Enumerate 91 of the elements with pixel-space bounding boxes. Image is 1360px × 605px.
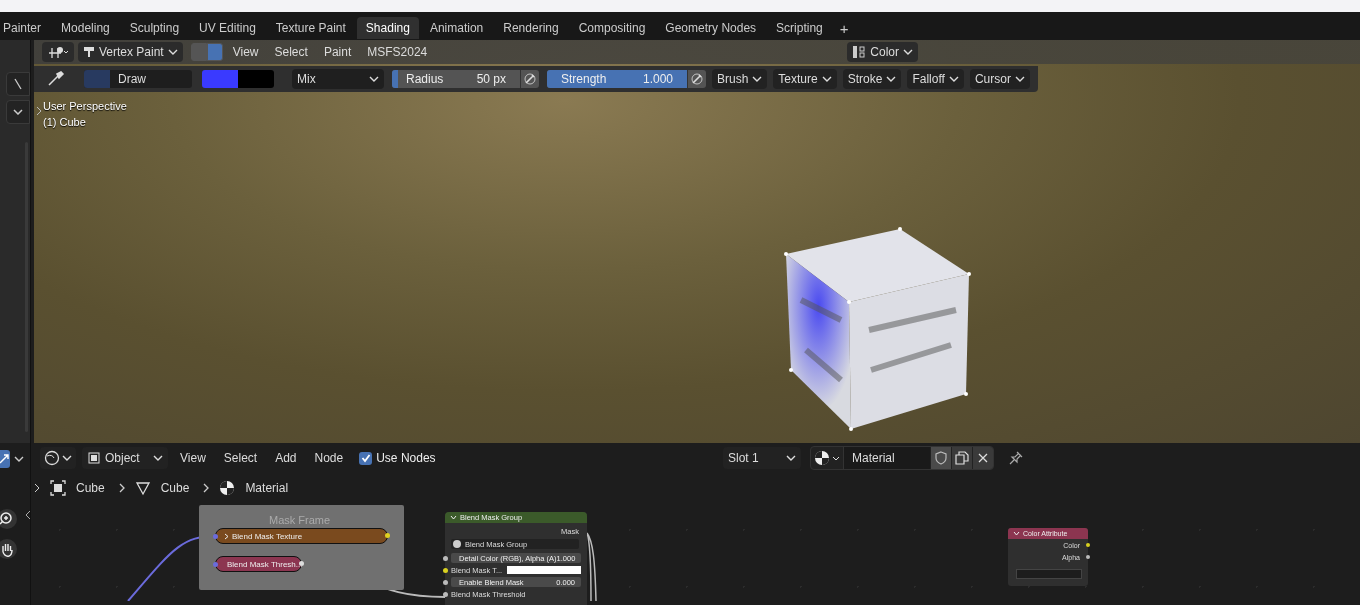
color-mode-dropdown[interactable]: Color	[847, 42, 918, 62]
chevron-down-icon	[1013, 531, 1020, 536]
color-attribute-icon	[852, 45, 867, 59]
panel-dropdown[interactable]: Texture	[773, 69, 837, 89]
workspace-tab[interactable]: Animation	[420, 17, 493, 39]
collapsed-node[interactable]: Blend Mask Thresh...	[215, 556, 302, 572]
workspace-tab[interactable]: Rendering	[494, 17, 568, 39]
chevron-down-icon[interactable]	[14, 456, 24, 462]
collapsed-node[interactable]: Blend Mask Texture	[215, 528, 388, 544]
workspace-tab[interactable]: Geometry Nodes	[656, 17, 766, 39]
chevron-down-icon	[886, 76, 897, 82]
dropdown-button[interactable]	[6, 100, 30, 124]
shader-type-dropdown[interactable]: Object	[82, 447, 168, 469]
chevron-down-icon	[167, 49, 178, 55]
menu-item[interactable]: Select	[217, 451, 264, 465]
chevron-down-icon	[821, 76, 832, 82]
panel-dropdown[interactable]: Cursor	[969, 69, 1030, 89]
menu-item[interactable]: View	[174, 451, 212, 465]
workspace-tab[interactable]: Shading	[356, 17, 419, 39]
attribute-name-field[interactable]	[1016, 569, 1082, 579]
hand-icon[interactable]	[0, 538, 18, 560]
object-icon	[50, 480, 66, 496]
select-tool-icon	[0, 453, 10, 465]
chevron-down-icon	[752, 76, 763, 82]
viewport-background[interactable]: Vertex Paint View Select Paint MSFS2024 Color Draw Mix Radius 50 px Strength 1.000 Brush Texture Stroke Falloff Cursor User Perspective (1) Cube	[34, 40, 1360, 443]
mesh-icon	[134, 480, 151, 496]
chevron-right-icon[interactable]	[34, 483, 40, 493]
xray-toggle-icon[interactable]	[190, 43, 223, 61]
workspace-tab[interactable]: Texture Paint	[266, 17, 355, 39]
pin-icon[interactable]	[1008, 450, 1024, 466]
chevron-down-icon	[1014, 76, 1025, 82]
frame-title: Mask Frame	[269, 514, 331, 526]
chevron-right-icon	[118, 483, 125, 493]
chevron-down-icon	[13, 109, 23, 115]
menu-item[interactable]: Select	[268, 45, 314, 59]
menu-item[interactable]: Node	[308, 451, 350, 465]
chevron-right-icon	[203, 483, 210, 493]
mode-dropdown[interactable]: Vertex Paint	[78, 42, 183, 62]
checkmark-icon	[360, 453, 371, 463]
transform-icon	[47, 45, 69, 59]
editor-type-dropdown[interactable]	[40, 447, 76, 469]
slash-icon	[14, 78, 22, 90]
blend-dropdown[interactable]: Mix	[292, 69, 384, 89]
pressure-button[interactable]	[687, 70, 706, 88]
workspace-tab[interactable]: Sculpting	[120, 17, 189, 39]
chevron-down-icon	[153, 455, 163, 461]
node-frame[interactable]: Mask Frame Blend Mask Texture Blend Mask Thresh...	[199, 505, 404, 590]
chevron-down-icon	[903, 49, 913, 55]
brush-icon	[46, 71, 66, 87]
breadcrumb-item[interactable]: Cube	[76, 481, 105, 495]
viewport-info-text: (1) Cube	[43, 116, 86, 128]
workspace-tab[interactable]: Modeling	[52, 17, 119, 39]
slot-dropdown[interactable]: Slot 1	[723, 447, 801, 469]
material-sphere-icon	[219, 480, 236, 496]
workspace-tab[interactable]: Painter	[0, 17, 51, 39]
color-field[interactable]	[507, 566, 581, 574]
chevron-down-icon	[450, 515, 457, 520]
slider[interactable]: Strength 1.000	[547, 70, 687, 88]
pressure-button[interactable]	[520, 70, 539, 88]
menu-item[interactable]: MSFS2024	[361, 45, 434, 59]
slider[interactable]: Radius 50 px	[392, 70, 520, 88]
panel-dropdown[interactable]: Falloff	[907, 69, 964, 89]
tool-button[interactable]	[0, 450, 10, 468]
chevron-down-icon	[786, 455, 796, 461]
color-swatch[interactable]	[202, 70, 274, 88]
node-editor-icon	[44, 450, 60, 466]
panel-dropdown[interactable]: Brush	[712, 69, 768, 89]
breadcrumb-item[interactable]: Material	[245, 481, 289, 495]
object-icon	[87, 451, 101, 465]
tool-button[interactable]	[6, 72, 30, 96]
chevron-right-icon	[224, 532, 229, 540]
workspace-tab[interactable]: Compositing	[569, 17, 655, 39]
pen-icon	[524, 73, 536, 85]
zoom-icon[interactable]	[0, 508, 18, 530]
chevron-down-icon	[948, 76, 959, 82]
add-workspace-button[interactable]: +	[833, 17, 855, 39]
chevron-down-icon	[62, 455, 72, 461]
menu-item[interactable]: View	[226, 45, 265, 59]
brush-selector[interactable]: Draw	[84, 70, 192, 88]
tool-dropdown[interactable]	[42, 42, 74, 62]
workspace-tab[interactable]: UV Editing	[190, 17, 265, 39]
viewport-info-text: User Perspective	[43, 100, 127, 112]
workspace-tab[interactable]: Scripting	[767, 17, 832, 39]
menu-item[interactable]: Paint	[317, 45, 358, 59]
breadcrumb-item[interactable]: Cube	[160, 481, 190, 495]
pen-icon	[691, 73, 703, 85]
use-nodes-checkbox[interactable]: Use Nodes	[359, 451, 436, 465]
panel-dropdown[interactable]: Stroke	[842, 69, 902, 89]
chevron-down-icon	[369, 76, 379, 82]
chevron-left-icon[interactable]	[25, 510, 31, 520]
menu-item[interactable]: Add	[269, 451, 303, 465]
